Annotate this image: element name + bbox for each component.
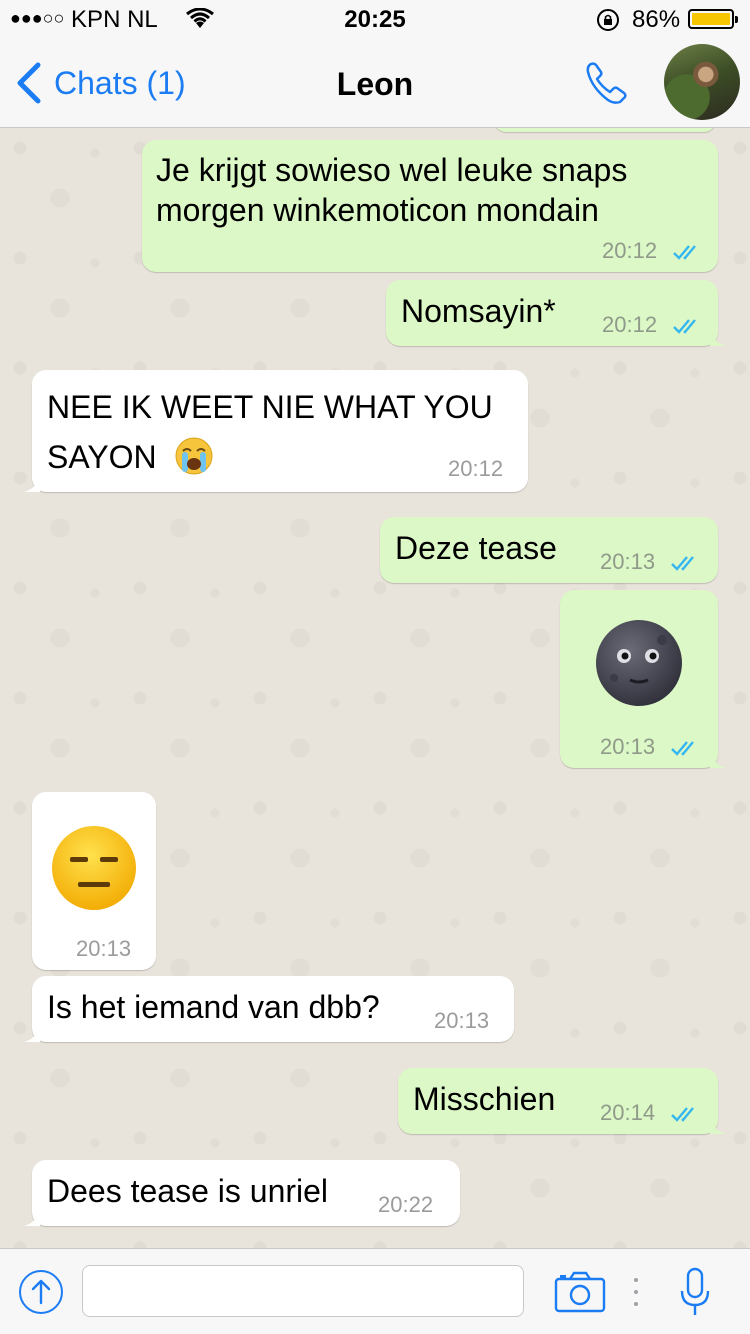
- message-bubble-partial: [494, 128, 716, 132]
- bubble-tail: [24, 1024, 40, 1042]
- message-text: Misschien: [413, 1081, 556, 1117]
- expressionless-face-emoji-icon: [52, 826, 136, 910]
- more-dots-icon: [634, 1278, 638, 1306]
- message-time: 20:12: [602, 238, 658, 263]
- new-moon-face-emoji-icon: [596, 620, 682, 706]
- bubble-tail: [710, 750, 726, 768]
- message-bubble-incoming[interactable]: Dees tease is unriel 20:22: [24, 1160, 460, 1226]
- bubble-tail: [710, 1116, 726, 1134]
- read-receipt-icon: [671, 1107, 694, 1122]
- message-bubble-outgoing[interactable]: Nomsayin* 20:12: [386, 280, 726, 346]
- share-icon[interactable]: [18, 1269, 64, 1315]
- bubble-tail: [24, 474, 40, 492]
- message-text: Is het iemand van dbb?: [47, 989, 380, 1025]
- message-text: Je krijgt sowieso wel leuke snaps morgen…: [156, 152, 628, 228]
- battery-percent: 86%: [632, 6, 681, 33]
- message-time: 20:12: [602, 312, 658, 337]
- rotation-lock-icon: [597, 9, 619, 31]
- battery-icon: [688, 9, 738, 29]
- message-text: Deze tease: [395, 530, 557, 566]
- message-time: 20:13: [600, 549, 656, 574]
- bubble-tail: [710, 328, 726, 346]
- message-time: 20:22: [378, 1192, 434, 1217]
- message-bubble-incoming[interactable]: Is het iemand van dbb? 20:13: [24, 976, 514, 1042]
- microphone-icon[interactable]: [680, 1267, 710, 1317]
- message-bubble-incoming[interactable]: 20:13: [32, 792, 156, 970]
- message-bubble-outgoing[interactable]: 20:13: [560, 590, 726, 768]
- message-input-bar: [0, 1248, 750, 1334]
- message-time: 20:12: [448, 456, 504, 481]
- read-receipt-icon: [673, 245, 696, 260]
- message-list[interactable]: Je krijgt sowieso wel leuke snaps morgen…: [0, 128, 750, 1248]
- message-time: 20:13: [600, 734, 656, 759]
- contact-name[interactable]: Leon: [0, 66, 750, 103]
- message-input[interactable]: [82, 1265, 524, 1317]
- message-text: NEE IK WEET NIE WHAT YOU SAYON: [47, 389, 493, 475]
- message-bubble-incoming[interactable]: NEE IK WEET NIE WHAT YOU SAYON 20:12: [24, 370, 528, 492]
- contact-avatar[interactable]: [664, 44, 740, 120]
- chat-header: Chats (1) Leon: [0, 40, 750, 128]
- status-bar: ●●●○○ KPN NL 20:25 86%: [0, 0, 750, 40]
- message-time: 20:13: [434, 1008, 490, 1033]
- message-bubble-outgoing[interactable]: Misschien 20:14: [398, 1068, 726, 1134]
- camera-icon[interactable]: [554, 1271, 606, 1313]
- phone-call-icon[interactable]: [582, 58, 632, 108]
- message-bubble-outgoing[interactable]: Je krijgt sowieso wel leuke snaps morgen…: [142, 140, 718, 272]
- message-time: 20:14: [600, 1100, 656, 1125]
- message-text: Nomsayin*: [401, 293, 556, 329]
- crying-face-emoji-icon: [175, 437, 213, 475]
- message-time: 20:13: [76, 936, 132, 961]
- read-receipt-icon: [671, 741, 694, 756]
- read-receipt-icon: [673, 319, 696, 334]
- read-receipt-icon: [671, 556, 694, 571]
- message-text: Dees tease is unriel: [47, 1173, 329, 1209]
- bubble-tail: [24, 1208, 40, 1226]
- message-bubble-outgoing[interactable]: Deze tease 20:13: [380, 517, 718, 583]
